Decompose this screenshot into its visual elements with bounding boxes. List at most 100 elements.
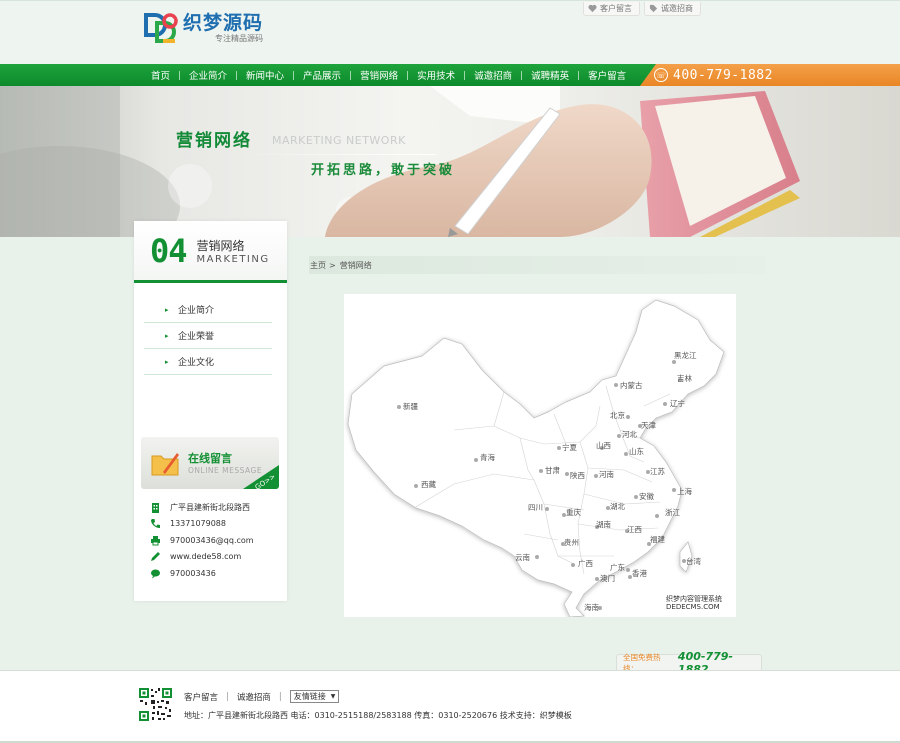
- map-label-jilin: 吉林: [677, 374, 692, 383]
- footer-link-message[interactable]: 客户留言: [184, 691, 218, 703]
- map-label-hebei: 河北: [622, 430, 637, 439]
- banner-title: 营销网络: [176, 131, 252, 151]
- map-label-yunnan: 云南: [515, 553, 530, 562]
- map-label-taiwan: 台湾: [686, 557, 701, 566]
- nav-item-products[interactable]: 产品展示: [294, 68, 350, 82]
- nav-item-about[interactable]: 企业简介: [180, 68, 236, 82]
- map-dot: [617, 434, 621, 438]
- map-label-hongkong: 香港: [632, 569, 647, 578]
- nav-item-home[interactable]: 首页: [142, 68, 179, 82]
- map-label-shanxi: 山西: [596, 441, 611, 450]
- map-dot: [655, 514, 659, 518]
- map-dot: [535, 555, 539, 559]
- sidebar-menu: 企业简介 企业荣誉 企业文化: [134, 297, 287, 375]
- site-header: 织梦源码 专注精品源码 客户留言 诚邀招商: [0, 0, 900, 64]
- sidebar-header: 04 营销网络 MARKETING: [134, 221, 287, 283]
- china-map: 黑龙江 吉林 辽宁 内蒙古 北京 天津 河北 山西 山东 新疆 青海 宁夏 甘肃: [344, 294, 736, 617]
- map-dot: [571, 563, 575, 567]
- map-dot: [557, 446, 561, 450]
- building-icon: [152, 502, 159, 513]
- nav-item-jobs[interactable]: 诚聘精英: [522, 68, 578, 82]
- banner-title-en: MARKETING NETWORK: [272, 134, 406, 147]
- footer-links: 客户留言 | 诚邀招商 | 友情链接 ▼: [184, 690, 340, 703]
- map-label-anhui: 安徽: [639, 492, 654, 501]
- main-area: 04 营销网络 MARKETING 企业简介 企业荣誉 企业文化 在线留言 ON…: [0, 221, 900, 670]
- friend-links-select[interactable]: 友情链接 ▼: [289, 690, 340, 703]
- nav-item-network[interactable]: 营销网络: [351, 68, 407, 82]
- phone-icon: ☏: [654, 68, 668, 82]
- contact-website-text[interactable]: www.dede58.com: [170, 552, 241, 561]
- friend-links-select-value: 友情链接: [293, 692, 326, 701]
- nav-hotline: ☏ 400-779-1882: [640, 64, 900, 86]
- map-label-shaanxi: 陕西: [570, 471, 585, 480]
- phone-icon: [151, 519, 160, 529]
- footer-link-investment[interactable]: 诚邀招商: [237, 691, 271, 703]
- sidebar-item-culture[interactable]: 企业文化: [144, 349, 272, 375]
- map-label-fujian: 福建: [650, 535, 665, 544]
- map-label-shanghai: 上海: [677, 487, 692, 496]
- nav-item-tech[interactable]: 实用技术: [408, 68, 464, 82]
- main-nav: 首页 企业简介 新闻中心 产品展示 营销网络 实用技术 诚邀招商 诚聘精英 客户…: [0, 64, 900, 86]
- breadcrumb-current: 营销网络: [339, 260, 372, 270]
- sidebar-title: 营销网络: [196, 238, 245, 253]
- china-map-outline: [347, 299, 725, 617]
- sidebar-item-about[interactable]: 企业简介: [144, 297, 272, 323]
- map-dot: [663, 402, 667, 406]
- logo-subtitle: 专注精品源码: [215, 34, 264, 43]
- map-label-ningxia: 宁夏: [562, 443, 577, 452]
- map-label-jiangxi: 江西: [627, 525, 642, 534]
- map-label-jiangsu: 江苏: [650, 467, 665, 476]
- map-label-hunan: 湖南: [596, 520, 611, 529]
- map-label-guizhou: 贵州: [564, 538, 579, 547]
- contact-phone: 13371079088: [150, 516, 254, 533]
- online-message-subtitle: ONLINE MESSAGE: [188, 466, 263, 475]
- map-label-liaoning: 辽宁: [670, 399, 685, 408]
- footer-address: 地址：广平县建新街北段路西 电话：0310-2515188/2583188 传真…: [184, 711, 572, 720]
- breadcrumb-home[interactable]: 主页: [310, 260, 326, 271]
- map-dot: [397, 405, 401, 409]
- contact-info: 广平县建新街北段路西 13371079088 970003436@qq.com …: [150, 499, 254, 582]
- toplink-investment[interactable]: 诚邀招商: [644, 2, 701, 16]
- toplink-message-label: 客户留言: [600, 4, 632, 13]
- tag-icon: [649, 4, 658, 13]
- sidebar-title-en: MARKETING: [196, 253, 270, 265]
- heart-icon: [588, 4, 597, 13]
- map-label-tianjin: 天津: [641, 421, 656, 430]
- toplink-message[interactable]: 客户留言: [583, 2, 640, 16]
- contact-email-text[interactable]: 970003436@qq.com: [170, 536, 254, 545]
- map-label-henan: 河南: [599, 470, 614, 479]
- map-dot: [565, 472, 569, 476]
- map-dot: [595, 577, 599, 581]
- map-dot: [626, 568, 630, 572]
- page-banner: 营销网络 MARKETING NETWORK 开拓思路，敢于突破: [0, 86, 900, 237]
- footer-divider: |: [278, 691, 282, 702]
- map-label-xizang: 西藏: [421, 480, 436, 489]
- sidebar-item-label: 企业简介: [178, 306, 215, 316]
- site-footer: 客户留言 | 诚邀招商 | 友情链接 ▼ 地址：广平县建新街北段路西 电话：031…: [0, 670, 900, 743]
- pencil-icon: [151, 552, 160, 562]
- online-message-button[interactable]: 在线留言 ONLINE MESSAGE GO>>: [141, 437, 279, 489]
- contact-qq-text: 970003436: [170, 568, 216, 578]
- online-message-title: 在线留言: [188, 452, 232, 465]
- sidebar-item-honors[interactable]: 企业荣誉: [144, 323, 272, 349]
- nav-item-message[interactable]: 客户留言: [579, 68, 635, 82]
- map-dot: [545, 507, 549, 511]
- banner-divider: [236, 154, 436, 155]
- folder-pencil-icon: [151, 453, 179, 476]
- site-logo[interactable]: 织梦源码 专注精品源码: [143, 10, 275, 47]
- map-label-guangxi: 广西: [578, 559, 593, 568]
- breadcrumb-separator: >: [329, 260, 336, 270]
- map-label-macau: 澳门: [600, 574, 615, 583]
- map-dot: [626, 415, 630, 419]
- map-dot: [634, 495, 638, 499]
- map-label-beijing: 北京: [610, 411, 625, 420]
- top-links: 客户留言 诚邀招商: [583, 2, 701, 16]
- nav-item-news[interactable]: 新闻中心: [237, 68, 293, 82]
- nav-hotline-number: 400-779-1882: [673, 67, 773, 83]
- nav-item-investment[interactable]: 诚邀招商: [465, 68, 521, 82]
- map-label-sichuan: 四川: [528, 503, 543, 512]
- contact-qq: 970003436: [150, 565, 254, 582]
- map-label-gansu: 甘肃: [545, 466, 560, 475]
- map-label-xinjiang: 新疆: [403, 402, 418, 411]
- sidebar: 04 营销网络 MARKETING 企业简介 企业荣誉 企业文化 在线留言 ON…: [134, 221, 287, 601]
